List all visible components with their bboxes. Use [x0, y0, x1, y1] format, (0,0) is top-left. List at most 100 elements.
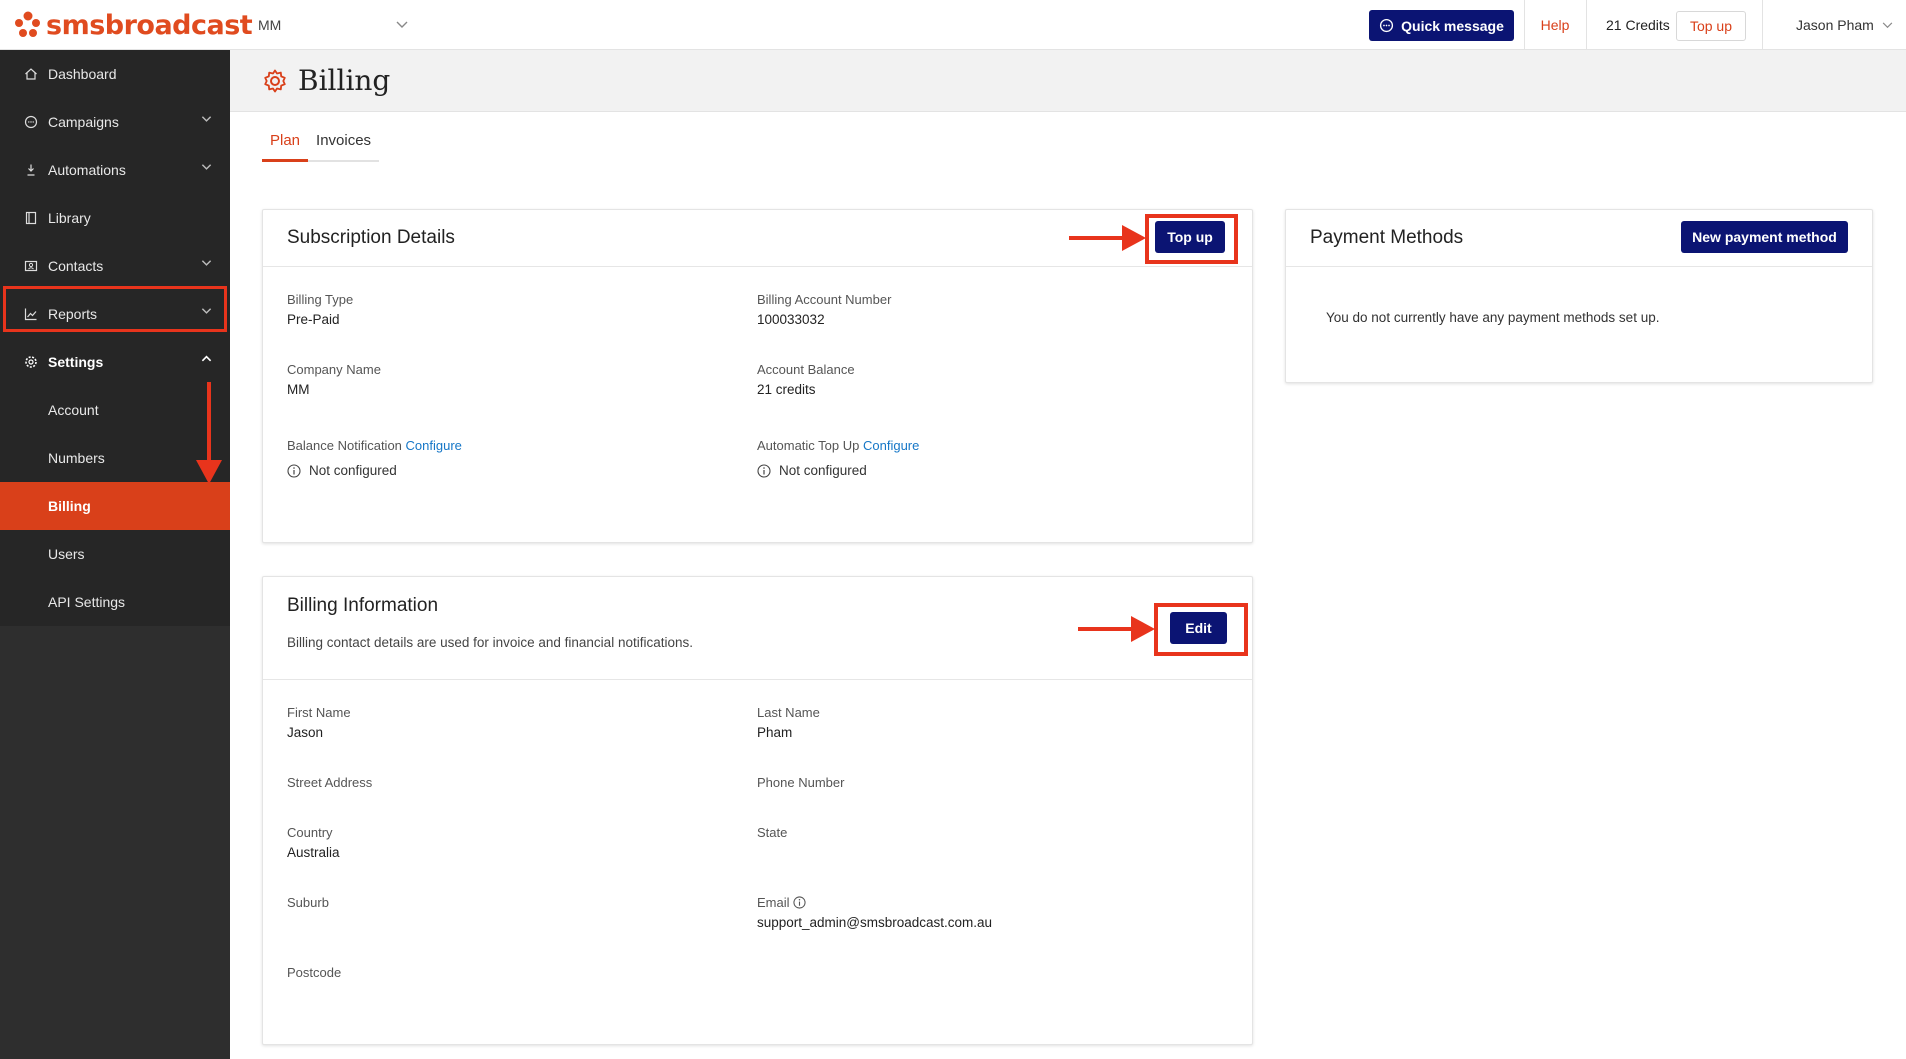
state-field: State: [757, 825, 787, 840]
sidebar-subitem-users[interactable]: Users: [0, 530, 230, 578]
sidebar-subitem-account[interactable]: Account: [0, 386, 230, 434]
field-value: Australia: [287, 845, 340, 860]
sidebar-nav: Dashboard Campaigns Automations Library …: [0, 50, 230, 626]
info-icon: [287, 463, 301, 478]
tab-bar: Plan Invoices: [262, 128, 380, 162]
annotation-arrow-line: [1078, 627, 1136, 631]
chevron-down-icon: [1882, 21, 1893, 28]
field-label: Postcode: [287, 965, 342, 980]
field-value: 100033032: [757, 312, 825, 327]
configure-balance-notification-link[interactable]: Configure: [406, 438, 462, 453]
annotation-arrow-line: [207, 382, 211, 462]
field-label: Street Address: [287, 775, 373, 790]
account-select-value: MM: [258, 17, 282, 33]
field-label: Suburb: [287, 895, 329, 910]
postcode-field: Postcode: [287, 965, 341, 980]
sidebar-item-label: Dashboard: [48, 66, 117, 82]
logo-text: smsbroadcast: [46, 9, 253, 41]
billing-type-field: Billing Type Pre-Paid: [287, 292, 353, 327]
chevron-down-icon: [201, 164, 212, 170]
quick-message-button[interactable]: Quick message: [1369, 10, 1514, 41]
account-select[interactable]: MM: [258, 0, 408, 50]
field-label-text: Balance Notification: [287, 438, 402, 453]
user-menu[interactable]: Jason Pham: [1796, 0, 1893, 50]
new-payment-method-button[interactable]: New payment method: [1681, 221, 1848, 253]
field-value: Pre-Paid: [287, 312, 340, 327]
sidebar-item-label: Library: [48, 210, 91, 226]
status-text: Not configured: [309, 463, 397, 478]
field-value: MM: [287, 382, 310, 397]
help-link[interactable]: Help: [1524, 0, 1586, 50]
credits-count: 21 Credits: [1606, 17, 1670, 33]
info-icon: [757, 463, 771, 478]
field-value: Pham: [757, 725, 793, 740]
tab-invoices[interactable]: Invoices: [308, 128, 380, 162]
phone-number-field: Phone Number: [757, 775, 844, 790]
card-subtitle: Billing contact details are used for inv…: [287, 635, 693, 650]
subscription-details-card: Subscription Details Top up Billing Type…: [262, 209, 1253, 543]
status-text: Not configured: [779, 463, 867, 478]
balance-notification-field: Balance Notification Configure Not confi…: [287, 438, 462, 478]
field-label: Account Balance: [757, 362, 855, 377]
sidebar-item-contacts[interactable]: Contacts: [0, 242, 230, 290]
brand-logo[interactable]: smsbroadcast: [14, 3, 253, 47]
sidebar-item-campaigns[interactable]: Campaigns: [0, 98, 230, 146]
top-bar: smsbroadcast MM Quick message Help 21 Cr…: [0, 0, 1906, 50]
home-icon: [24, 67, 38, 81]
last-name-field: Last Name Pham: [757, 705, 820, 740]
annotation-arrow-line: [1069, 236, 1127, 240]
field-label: Billing Type: [287, 292, 354, 307]
card-header: Payment Methods New payment method: [1286, 210, 1872, 267]
divider: [1586, 0, 1587, 50]
field-value: Jason: [287, 725, 324, 740]
gear-icon: [264, 69, 286, 92]
card-title: Billing Information: [287, 595, 439, 616]
field-label: Automatic Top Up Configure: [757, 438, 919, 453]
chevron-down-icon: [201, 116, 212, 122]
sidebar-item-dashboard[interactable]: Dashboard: [0, 50, 230, 98]
empty-state-message: You do not currently have any payment me…: [1326, 310, 1660, 325]
sidebar-subitem-billing[interactable]: Billing: [0, 482, 230, 530]
sidebar-item-settings[interactable]: Settings: [0, 338, 230, 386]
field-label: Email: [757, 895, 992, 910]
automatic-topup-field: Automatic Top Up Configure Not configure…: [757, 438, 919, 478]
chevron-up-icon: [201, 355, 212, 362]
tab-plan[interactable]: Plan: [262, 128, 309, 162]
suburb-field: Suburb: [287, 895, 329, 910]
payment-methods-card: Payment Methods New payment method You d…: [1285, 209, 1873, 383]
sidebar-item-automations[interactable]: Automations: [0, 146, 230, 194]
sidebar-item-label: Settings: [48, 354, 104, 370]
field-value: 21 credits: [757, 382, 816, 397]
field-label: First Name: [287, 705, 351, 720]
billing-account-number-field: Billing Account Number 100033032: [757, 292, 891, 327]
country-field: Country Australia: [287, 825, 340, 860]
first-name-field: First Name Jason: [287, 705, 351, 740]
topup-highlight-box: [1145, 214, 1238, 264]
sidebar-item-library[interactable]: Library: [0, 194, 230, 242]
configure-auto-topup-link[interactable]: Configure: [863, 438, 919, 453]
gear-icon: [24, 355, 38, 369]
info-icon[interactable]: [792, 896, 806, 909]
annotation-arrow-head: [196, 460, 222, 484]
email-field: Email support_admin@smsbroadcast.com.au: [757, 895, 992, 930]
logo-icon: [15, 11, 40, 37]
field-value: support_admin@smsbroadcast.com.au: [757, 915, 993, 930]
automation-icon: [24, 163, 38, 177]
company-name-field: Company Name MM: [287, 362, 381, 397]
status-line: Not configured: [287, 463, 462, 478]
annotation-arrow-head: [1131, 616, 1155, 642]
card-title: Payment Methods: [1310, 227, 1464, 248]
sidebar-subitem-api-settings[interactable]: API Settings: [0, 578, 230, 626]
user-name: Jason Pham: [1796, 17, 1874, 33]
field-label: State: [757, 825, 788, 840]
quick-message-label: Quick message: [1401, 17, 1504, 34]
page-title: Billing: [298, 64, 391, 97]
message-icon: [1380, 18, 1394, 33]
divider: [1762, 0, 1763, 50]
field-label: Phone Number: [757, 775, 845, 790]
sidebar-item-label: Automations: [48, 162, 126, 178]
sidebar-item-label: Contacts: [48, 258, 104, 274]
header-topup-button[interactable]: Top up: [1676, 11, 1746, 41]
card-title: Subscription Details: [287, 227, 455, 248]
account-balance-field: Account Balance 21 credits: [757, 362, 855, 397]
